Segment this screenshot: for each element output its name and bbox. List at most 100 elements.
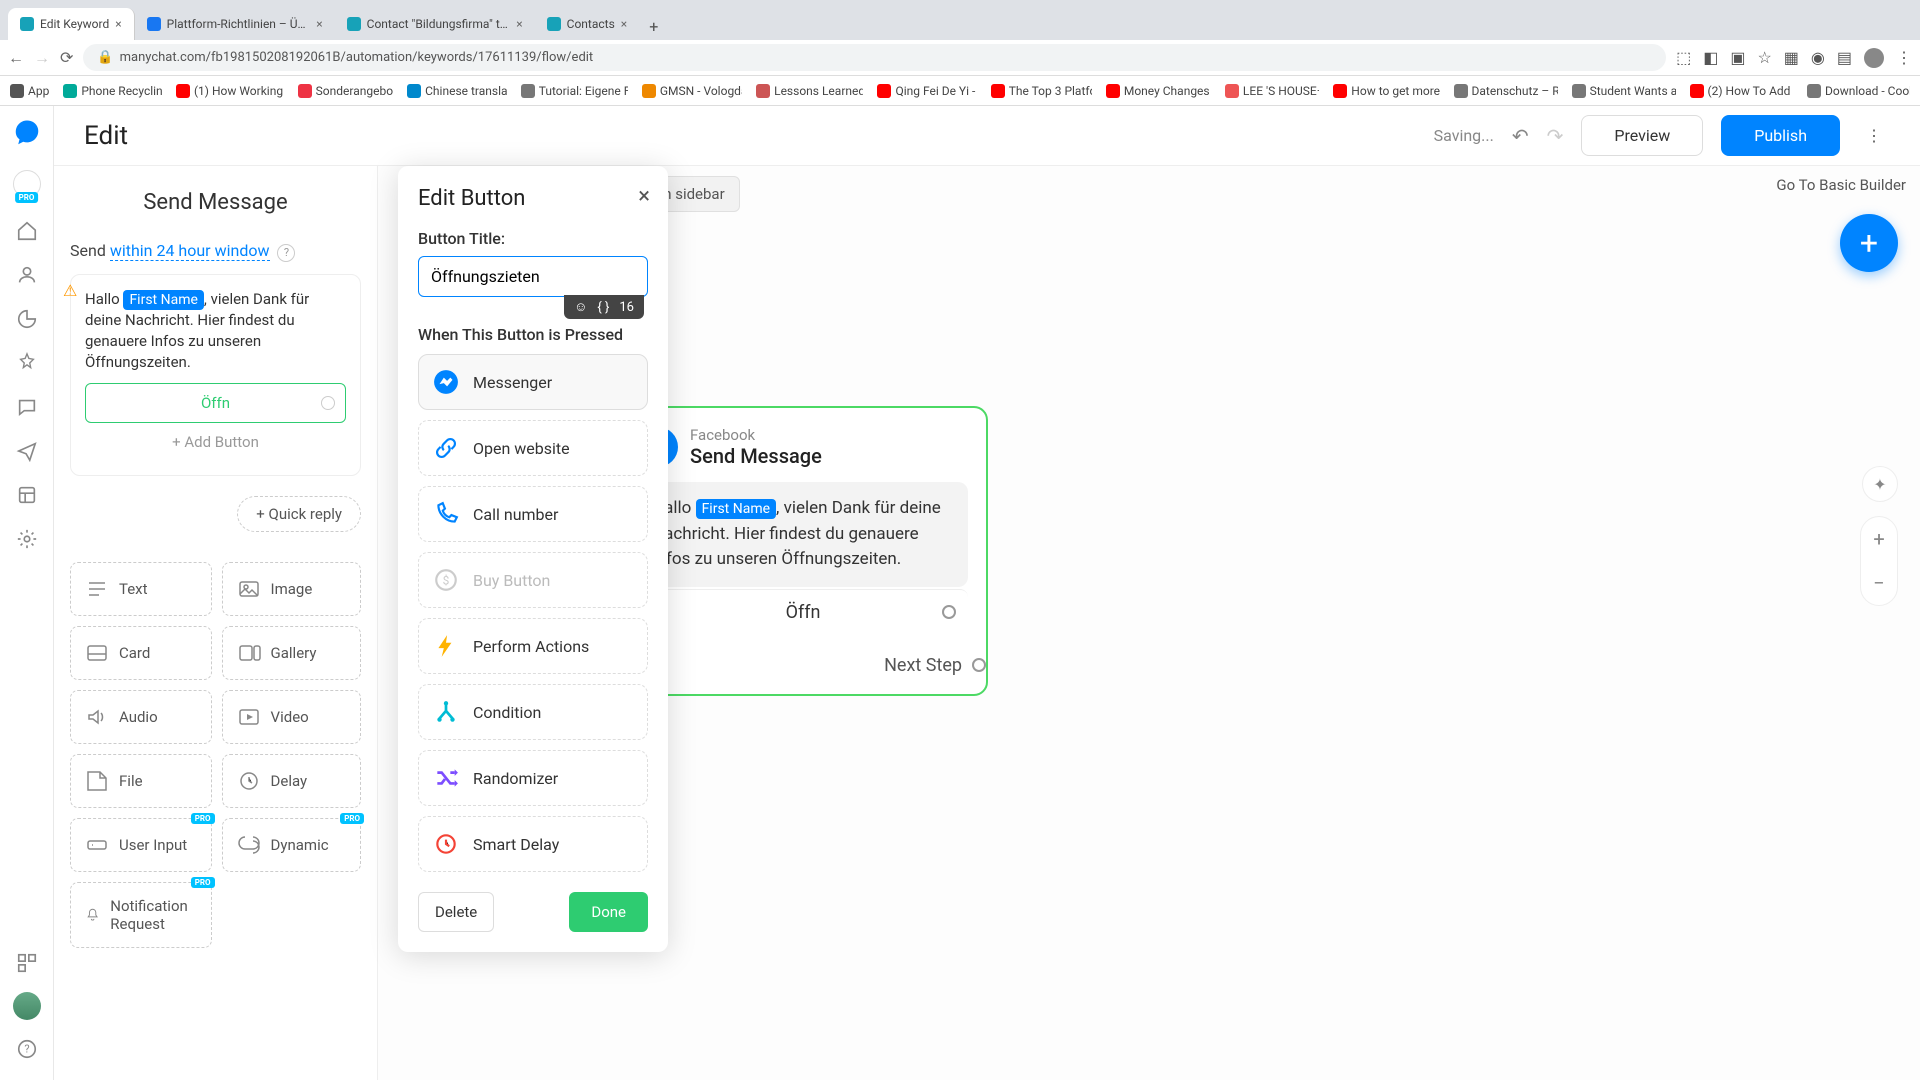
message-button-preview[interactable]: Öffn [85,383,346,423]
star-icon[interactable]: ☆ [1757,48,1771,68]
action-randomizer[interactable]: Randomizer [418,750,648,806]
quick-reply-button[interactable]: + Quick reply [237,496,361,532]
close-icon[interactable]: × [621,17,627,31]
chat-icon[interactable] [16,396,38,418]
bookmark[interactable]: LEE 'S HOUSE—… [1225,84,1319,98]
message-block[interactable]: ⚠ Hallo First Name, vielen Dank für dein… [70,274,361,477]
extension-icon[interactable]: ◧ [1703,48,1718,68]
forward-icon[interactable]: → [34,48,50,68]
type-image[interactable]: Image [222,562,361,616]
bookmark[interactable]: Phone Recycling… [63,84,162,98]
avatar-icon[interactable] [1864,48,1884,68]
delete-button[interactable]: Delete [418,892,494,932]
emoji-icon[interactable]: ☺ [574,299,587,315]
type-video[interactable]: Video [222,690,361,744]
new-tab-button[interactable]: + [639,13,668,40]
undo-icon[interactable]: ↶ [1512,124,1529,148]
type-delay[interactable]: Delay [222,754,361,808]
extension-icon[interactable]: ▤ [1837,48,1852,68]
more-menu-icon[interactable]: ⋮ [1858,118,1890,153]
action-messenger[interactable]: Messenger [418,354,648,410]
extension-icon[interactable]: ▣ [1730,48,1745,68]
extension-icon[interactable]: ◉ [1811,48,1825,68]
close-icon[interactable]: × [115,17,121,31]
automation-icon[interactable] [16,352,38,374]
home-icon[interactable] [16,220,38,242]
settings-icon[interactable] [16,528,38,550]
bookmark[interactable]: Money Changes E… [1106,84,1211,98]
type-text[interactable]: Text [70,562,212,616]
button-title-input[interactable] [418,256,648,297]
close-icon[interactable]: × [316,17,322,31]
browser-tab[interactable]: Contacts × [535,8,640,40]
bookmark[interactable]: Tutorial: Eigene Fa… [521,84,628,98]
type-card[interactable]: Card [70,626,212,680]
bookmark[interactable]: Sonderangebot!… [298,84,393,98]
bookmark[interactable]: Chinese translati… [407,84,507,98]
done-button[interactable]: Done [569,892,648,932]
apps-button[interactable]: Apps [10,84,49,98]
publish-button[interactable]: Publish [1721,115,1840,156]
action-condition[interactable]: Condition [418,684,648,740]
bookmark[interactable]: (1) How Working a… [176,84,284,98]
bookmark[interactable]: Datenschutz – Re… [1454,84,1558,98]
window-link[interactable]: within 24 hour window [110,241,270,261]
back-icon[interactable]: ← [8,48,24,68]
connector-point[interactable] [942,605,956,619]
zoom-out-button[interactable]: − [1861,561,1897,605]
type-notification[interactable]: PRONotification Request [70,882,212,948]
connector-point[interactable] [972,658,986,672]
close-icon[interactable]: × [638,184,650,209]
help-icon[interactable]: ? [277,244,295,262]
reload-icon[interactable]: ⟳ [60,48,73,67]
bookmark[interactable]: How to get more v… [1333,84,1439,98]
close-icon[interactable]: × [516,17,522,31]
bookmark[interactable]: (2) How To Add A… [1690,84,1793,98]
browser-tab[interactable]: Contact "Bildungsfirma" throu… × [335,8,535,40]
type-user-input[interactable]: PROUser Input [70,818,212,872]
bookmark[interactable]: Qing Fei De Yi - Y… [877,84,976,98]
action-website[interactable]: Open website [418,420,648,476]
menu-icon[interactable]: ⋮ [1896,48,1912,68]
browser-tab-active[interactable]: Edit Keyword × [8,8,135,40]
variable-tag[interactable]: First Name [123,290,203,310]
node-button[interactable]: Öffn [638,589,968,635]
manychat-logo[interactable] [12,118,42,148]
bookmark[interactable]: GMSN - Vologda,… [642,84,742,98]
translate-icon[interactable]: ⬚ [1676,48,1691,68]
extension-icon[interactable]: ▦ [1784,48,1799,68]
url-bar[interactable]: 🔒 manychat.com/fb198150208192061B/automa… [83,44,1666,71]
growth-icon[interactable] [16,308,38,330]
tab-label: Contacts [567,17,615,31]
action-call[interactable]: Call number [418,486,648,542]
brackets-icon[interactable]: { } [597,300,609,315]
template-icon[interactable] [16,484,38,506]
send-message-node[interactable]: Facebook Send Message Hallo First Name, … [618,406,988,696]
message-text[interactable]: Hallo First Name, vielen Dank für deine … [85,289,346,374]
bookmark[interactable]: Download - Cooki… [1807,84,1910,98]
next-step[interactable]: Next Step [638,655,968,676]
action-perform[interactable]: Perform Actions [418,618,648,674]
type-file[interactable]: File [70,754,212,808]
bookmark[interactable]: The Top 3 Platfor… [991,84,1092,98]
contacts-icon[interactable] [16,264,38,286]
action-smart-delay[interactable]: Smart Delay [418,816,648,872]
add-button-link[interactable]: + Add Button [85,423,346,461]
user-avatar[interactable] [13,992,41,1020]
bookmark[interactable]: Student Wants an… [1572,84,1676,98]
add-step-fab[interactable]: + [1840,214,1898,272]
type-gallery[interactable]: Gallery [222,626,361,680]
browser-tab[interactable]: Plattform-Richtlinien – Übersi… × [135,8,335,40]
help-icon[interactable]: ? [16,1038,38,1060]
basic-builder-link[interactable]: Go To Basic Builder [1776,176,1906,194]
bookmark[interactable]: Lessons Learned f… [756,84,863,98]
zoom-in-button[interactable]: + [1861,517,1897,561]
apps-icon[interactable] [16,952,38,974]
broadcast-icon[interactable] [16,440,38,462]
preview-button[interactable]: Preview [1581,115,1703,156]
magic-icon[interactable]: ✦ [1862,466,1898,502]
type-audio[interactable]: Audio [70,690,212,744]
type-dynamic[interactable]: PRODynamic [222,818,361,872]
action-buy[interactable]: $ Buy Button [418,552,648,608]
account-badge[interactable]: PRO [13,170,41,198]
